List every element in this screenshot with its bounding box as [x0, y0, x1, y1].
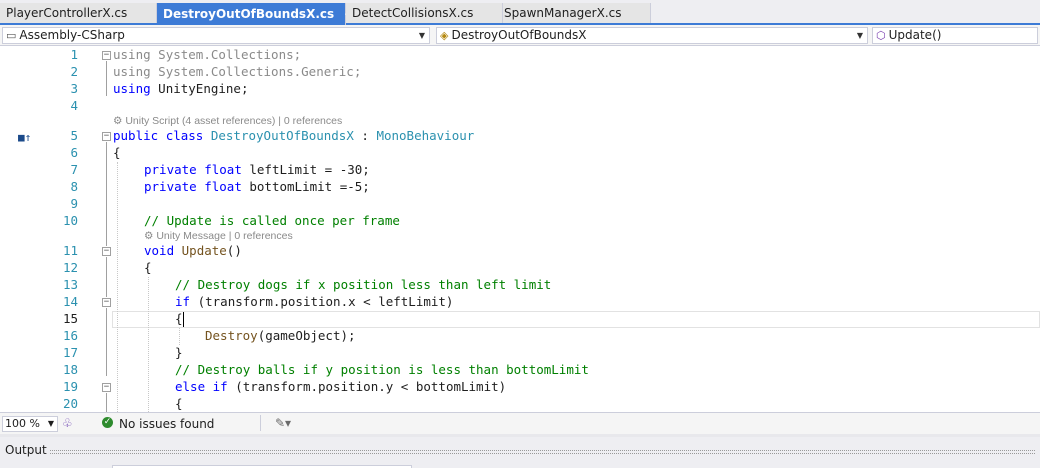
- code-line-3: using UnityEngine;: [113, 81, 249, 96]
- output-panel: Output: [0, 437, 1040, 468]
- outline-line: [106, 308, 107, 376]
- check-icon: ✓: [102, 417, 113, 428]
- navigation-bar: ▭ Assembly-CSharp ▼ ◈ DestroyOutOfBoundsX …: [0, 25, 1040, 46]
- document-tab-bar: PlayerControllerX.cs DestroyOutOfBoundsX…: [0, 0, 1040, 25]
- tab-destroy-out-of-bounds[interactable]: DestroyOutOfBoundsX.cs⊣✕: [157, 3, 372, 25]
- line-number: 18: [62, 362, 78, 377]
- codelens-class[interactable]: ⚙ Unity Script (4 asset references) | 0 …: [113, 115, 342, 127]
- separator: [260, 415, 261, 431]
- line-number: 7: [70, 162, 78, 177]
- code-line-18: // Destroy balls if y position is less t…: [175, 362, 589, 377]
- collapse-toggle-icon[interactable]: −: [102, 383, 111, 392]
- code-line-19: else if (transform.position.y < bottomLi…: [175, 379, 507, 394]
- code-line-15: {: [175, 311, 183, 326]
- line-number: 9: [70, 196, 78, 211]
- text-caret: [183, 312, 184, 327]
- line-number: 8: [70, 179, 78, 194]
- zoom-dropdown[interactable]: 100 % ▼: [2, 416, 58, 432]
- outline-line: [106, 393, 107, 412]
- tab-label: DestroyOutOfBoundsX.cs: [163, 7, 335, 21]
- collapse-toggle-icon[interactable]: −: [102, 247, 111, 256]
- class-name: DestroyOutOfBoundsX: [451, 28, 587, 42]
- line-number: 4: [70, 98, 78, 113]
- outline-line: [106, 61, 107, 96]
- member-dropdown[interactable]: ⬡ Update(): [872, 27, 1038, 44]
- line-number: 12: [62, 260, 78, 275]
- tab-label: SpawnManagerX.cs: [504, 6, 622, 20]
- line-number-current: 15: [62, 311, 78, 326]
- member-name: Update(): [888, 28, 942, 42]
- chevron-down-icon: ▼: [856, 31, 863, 40]
- code-line-10: // Update is called once per frame: [144, 213, 400, 228]
- code-line-16: Destroy(gameObject);: [205, 328, 356, 343]
- class-icon: ◈: [440, 29, 449, 42]
- line-number: 20: [62, 396, 78, 411]
- code-line-20: {: [175, 396, 183, 411]
- line-number: 5: [70, 128, 78, 143]
- output-title: Output: [5, 443, 47, 457]
- code-line-11: void Update(): [144, 243, 242, 258]
- line-number: 16: [62, 328, 78, 343]
- tab-spawn-manager[interactable]: SpawnManagerX.cs: [503, 3, 651, 23]
- code-line-2: using System.Collections.Generic;: [113, 64, 362, 79]
- code-line-5: public class DestroyOutOfBoundsX : MonoB…: [113, 128, 475, 143]
- collapse-toggle-icon[interactable]: −: [102, 132, 111, 141]
- line-number: 10: [62, 213, 78, 228]
- line-number: 19: [62, 379, 78, 394]
- unity-message-icon: ⚙: [144, 230, 157, 242]
- intellicode-icon[interactable]: ♧: [62, 416, 73, 430]
- code-line-6: {: [113, 145, 121, 160]
- line-number: 2: [70, 64, 78, 79]
- panel-grip[interactable]: [50, 450, 1035, 454]
- line-number: 3: [70, 81, 78, 96]
- issues-status[interactable]: No issues found: [119, 417, 214, 431]
- code-editor[interactable]: ■↑ 1 2 3 4 5 6 7 8 9 10 11 12 13 14 15 1…: [0, 46, 1040, 412]
- tab-player-controller[interactable]: PlayerControllerX.cs: [0, 3, 157, 23]
- codelens-method[interactable]: ⚙ Unity Message | 0 references: [144, 230, 293, 242]
- code-line-13: // Destroy dogs if x position less than …: [175, 277, 552, 292]
- project-dropdown[interactable]: ▭ Assembly-CSharp ▼: [2, 27, 430, 44]
- code-line-14: if (transform.position.x < leftLimit): [175, 294, 454, 309]
- outline-line: [106, 142, 107, 246]
- zoom-level: 100 %: [5, 417, 40, 430]
- code-line-12: {: [144, 260, 152, 275]
- line-number: 11: [62, 243, 78, 258]
- chevron-down-icon: ▼: [418, 31, 425, 40]
- current-line-highlight: [112, 311, 1040, 328]
- code-line-7: private float leftLimit = -30;: [144, 162, 370, 177]
- unity-script-icon: ⚙: [113, 115, 126, 127]
- line-number: 13: [62, 277, 78, 292]
- indent-guide: [148, 277, 149, 412]
- csharp-project-icon: ▭: [6, 29, 17, 42]
- line-number: 14: [62, 294, 78, 309]
- line-number: 6: [70, 145, 78, 160]
- editor-status-bar: 100 % ▼ ♧ ✓ No issues found ✎▾: [0, 412, 1040, 434]
- code-line-1: using System.Collections;: [113, 47, 302, 62]
- collapse-toggle-icon[interactable]: −: [102, 298, 111, 307]
- code-line-8: private float bottomLimit =-5;: [144, 179, 370, 194]
- tab-label: DetectCollisionsX.cs: [352, 6, 474, 20]
- class-dropdown[interactable]: ◈ DestroyOutOfBoundsX ▼: [436, 27, 868, 44]
- outline-line: [106, 257, 107, 297]
- tab-label: PlayerControllerX.cs: [6, 6, 128, 20]
- chevron-down-icon: ▼: [47, 419, 54, 428]
- line-number: 1: [70, 47, 78, 62]
- tab-detect-collisions[interactable]: DetectCollisionsX.cs: [346, 3, 503, 23]
- code-line-17: }: [175, 345, 183, 360]
- indent-guide: [179, 328, 180, 345]
- indent-guide: [117, 162, 118, 412]
- project-name: Assembly-CSharp: [19, 28, 125, 42]
- line-number: 17: [62, 345, 78, 360]
- collapse-toggle-icon[interactable]: −: [102, 51, 111, 60]
- code-cleanup-icon[interactable]: ✎▾: [275, 416, 291, 430]
- method-icon: ⬡: [876, 29, 886, 42]
